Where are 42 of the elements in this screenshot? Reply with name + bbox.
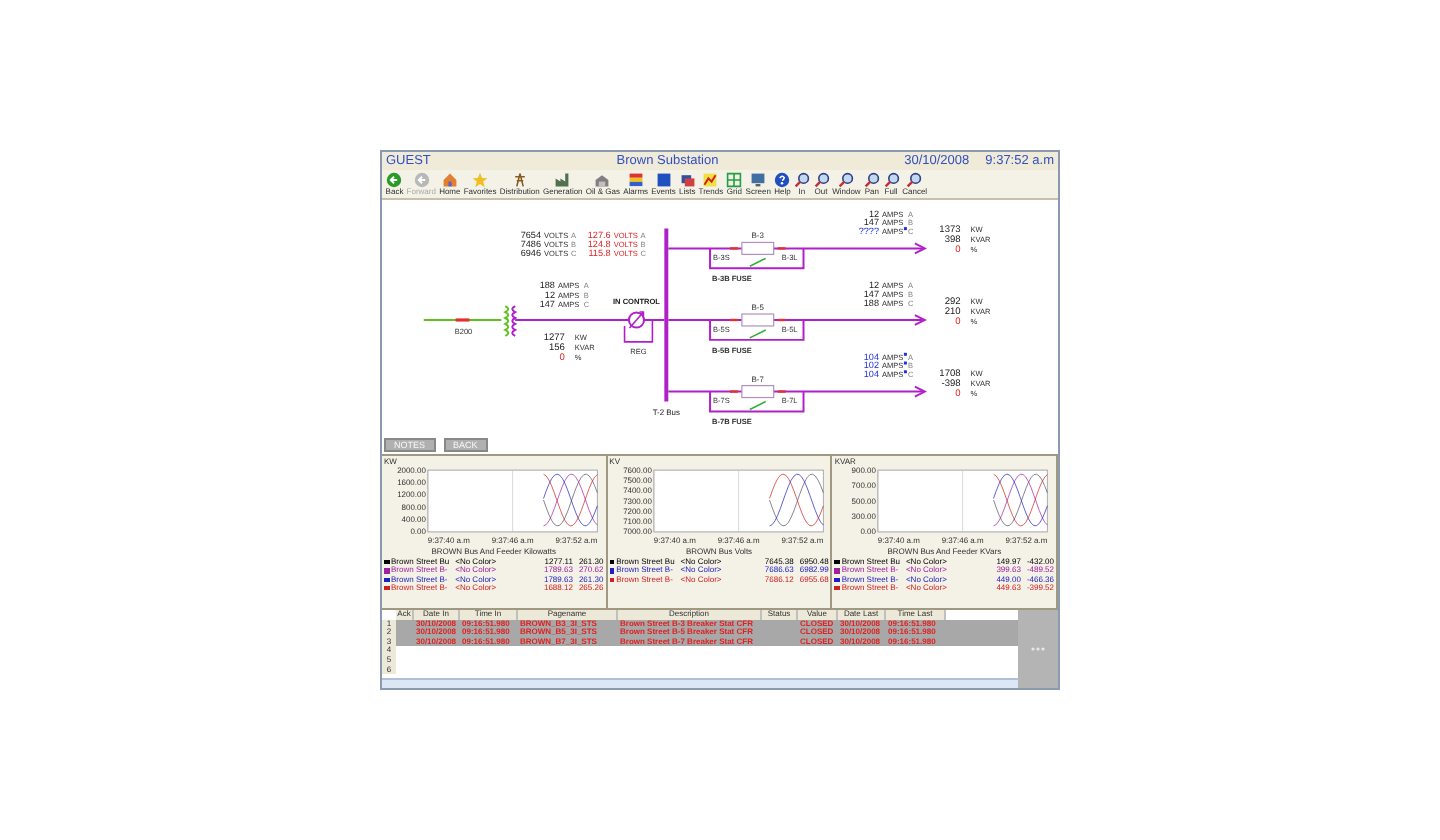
building-icon bbox=[594, 171, 611, 188]
transformer-drawing bbox=[504, 305, 517, 337]
feeder-line bbox=[422, 319, 503, 321]
breaker-drawing bbox=[729, 313, 786, 327]
magnifier-icon bbox=[813, 171, 829, 188]
arrow-icon bbox=[386, 171, 403, 188]
folder-icon bbox=[679, 171, 696, 188]
magnifier-icon bbox=[906, 171, 923, 188]
flag-marker bbox=[903, 361, 907, 365]
switch-blade bbox=[749, 400, 767, 411]
help-icon bbox=[774, 171, 791, 188]
magnifier-icon bbox=[883, 171, 900, 188]
factory-icon bbox=[554, 171, 571, 188]
trend-lines-drawing bbox=[993, 474, 1049, 527]
scrollbar[interactable] bbox=[382, 678, 1018, 688]
flag-marker bbox=[903, 370, 907, 374]
square-icon bbox=[655, 171, 672, 188]
color-bars-icon bbox=[627, 171, 644, 188]
magnifier-icon bbox=[793, 171, 810, 188]
arrow-icon bbox=[413, 171, 430, 188]
magnifier-icon bbox=[838, 171, 855, 188]
magnifier-icon bbox=[863, 171, 880, 188]
switch-blade bbox=[749, 329, 767, 339]
star-icon bbox=[472, 171, 489, 188]
flag-marker bbox=[903, 227, 907, 231]
tower-icon bbox=[511, 171, 528, 188]
feeder-loop bbox=[709, 390, 805, 413]
feeder-loop bbox=[709, 319, 805, 341]
flag-marker bbox=[903, 352, 907, 356]
trend-lines-drawing bbox=[768, 474, 824, 527]
breaker-mark bbox=[455, 318, 470, 322]
breaker-drawing bbox=[729, 385, 786, 399]
trend-lines-drawing bbox=[543, 474, 598, 527]
monitor-icon bbox=[750, 171, 767, 188]
chart-icon bbox=[702, 171, 719, 188]
feeder-loop bbox=[709, 247, 805, 270]
switch-blade bbox=[749, 257, 767, 268]
dots-icon bbox=[1030, 646, 1046, 652]
breaker-drawing bbox=[729, 241, 786, 255]
regulator-drawing bbox=[623, 311, 654, 343]
house-icon bbox=[441, 171, 458, 188]
grid-icon bbox=[726, 171, 743, 188]
